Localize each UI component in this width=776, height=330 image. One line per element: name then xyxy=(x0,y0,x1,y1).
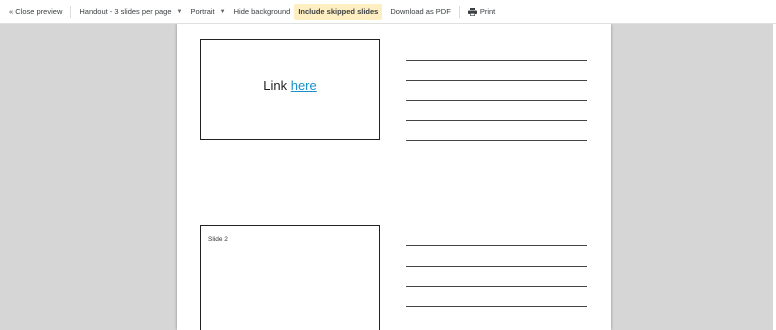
notes-line xyxy=(406,266,587,267)
toolbar-divider xyxy=(458,5,460,18)
print-preview-toolbar: « Close preview Handout - 3 slides per p… xyxy=(0,0,776,24)
handout-page: Link here Slide 2 xyxy=(177,24,611,330)
notes-line xyxy=(406,120,587,121)
notes-line xyxy=(406,286,587,287)
toolbar-divider xyxy=(70,5,72,18)
preview-viewport[interactable]: Link here Slide 2 xyxy=(0,24,776,330)
notes-line xyxy=(406,306,587,307)
slide-thumbnail-2: Slide 2 xyxy=(200,225,380,330)
hide-background-toggle[interactable]: Hide background xyxy=(230,4,295,20)
notes-line xyxy=(406,100,587,101)
printer-icon xyxy=(467,7,477,16)
handout-layout-label: Handout - 3 slides per page xyxy=(79,7,172,16)
notes-line xyxy=(406,245,587,246)
orientation-label: Portrait xyxy=(190,7,215,16)
chevron-down-icon: ▼ xyxy=(176,8,183,15)
handout-layout-dropdown[interactable]: Handout - 3 slides per page ▼ xyxy=(75,4,186,20)
print-button[interactable]: Print xyxy=(464,4,499,20)
slide-thumbnail-1: Link here xyxy=(200,39,380,140)
slide-1-content: Link here xyxy=(201,78,379,93)
print-label: Print xyxy=(479,7,496,16)
notes-line xyxy=(406,140,587,141)
notes-line xyxy=(406,80,587,81)
close-preview-button[interactable]: « Close preview xyxy=(5,4,66,20)
chevron-down-icon: ▼ xyxy=(219,8,226,15)
slide-2-title: Slide 2 xyxy=(208,236,228,243)
orientation-dropdown[interactable]: Portrait ▼ xyxy=(186,4,229,20)
include-skipped-slides-toggle[interactable]: Include skipped slides xyxy=(294,3,383,20)
notes-line xyxy=(406,60,587,61)
slide-1-text: Link xyxy=(263,78,288,93)
download-pdf-button[interactable]: Download as PDF xyxy=(386,4,454,20)
slide-1-link[interactable]: here xyxy=(291,78,317,93)
